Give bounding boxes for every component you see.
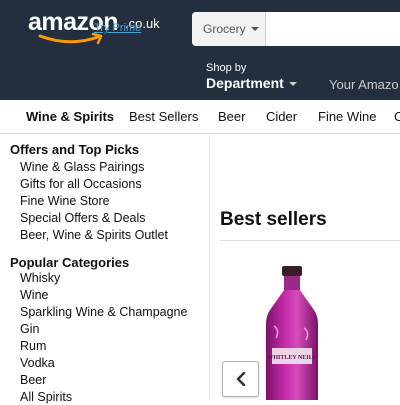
nav-link-wine[interactable]: Wine [20,288,48,302]
search-bar: Grocery [192,12,400,46]
subnav-cider[interactable]: Cider [266,109,297,124]
chevron-down-icon [288,82,297,87]
category-subnav: Wine & Spirits Best Sellers Beer Cider F… [0,100,400,134]
chevron-down-icon [251,27,259,31]
nav-link-wine-glass-pairings[interactable]: Wine & Glass Pairings [20,160,144,174]
nav-link-sparkling[interactable]: Sparkling Wine & Champagne [20,305,187,319]
chevron-left-icon [236,372,246,386]
carousel-prev-button[interactable] [222,361,259,397]
top-header: amazon .co.uk Try Prime Grocery Shop by … [0,0,400,100]
best-sellers-heading: Best sellers [220,209,327,230]
section-divider [220,240,400,241]
department-menu[interactable]: Department [206,75,297,91]
product-image-gin-bottle[interactable]: WHITLEY NEILL [262,266,322,400]
nav-link-beer[interactable]: Beer [20,373,46,387]
search-category-label: Grocery [203,22,246,36]
department-label: Department [206,75,284,91]
subnav-beer[interactable]: Beer [218,109,245,124]
subnav-fine-wine[interactable]: Fine Wine [318,109,377,124]
popular-section-title: Popular Categories [10,255,130,270]
try-prime-link[interactable]: Try Prime [94,22,141,34]
subnav-best-sellers[interactable]: Best Sellers [129,109,198,124]
gin-bottle-icon: WHITLEY NEILL [266,266,318,400]
nav-link-whisky[interactable]: Whisky [20,271,60,285]
subnav-wine-spirits[interactable]: Wine & Spirits [26,109,114,124]
nav-link-outlet[interactable]: Beer, Wine & Spirits Outlet [20,228,168,242]
subnav-truncated-item[interactable]: C [394,109,400,124]
product-label-text: WHITLEY NEILL [267,355,316,361]
nav-link-all-spirits[interactable]: All Spirits [20,390,72,404]
shop-by-label: Shop by [206,62,247,74]
nav-link-fine-wine-store[interactable]: Fine Wine Store [20,194,110,208]
search-input[interactable] [267,12,400,46]
smile-arrow-icon [38,33,103,45]
nav-link-vodka[interactable]: Vodka [20,356,55,370]
left-refinement-nav: Offers and Top Picks Wine & Glass Pairin… [0,135,210,404]
nav-link-special-offers[interactable]: Special Offers & Deals [20,211,146,225]
search-category-dropdown[interactable]: Grocery [192,12,266,46]
offers-section-title: Offers and Top Picks [10,142,140,157]
nav-link-gifts[interactable]: Gifts for all Occasions [20,177,142,191]
nav-link-rum[interactable]: Rum [20,339,46,353]
nav-link-gin[interactable]: Gin [20,322,39,336]
your-amazon-link[interactable]: Your Amazo [329,77,399,92]
